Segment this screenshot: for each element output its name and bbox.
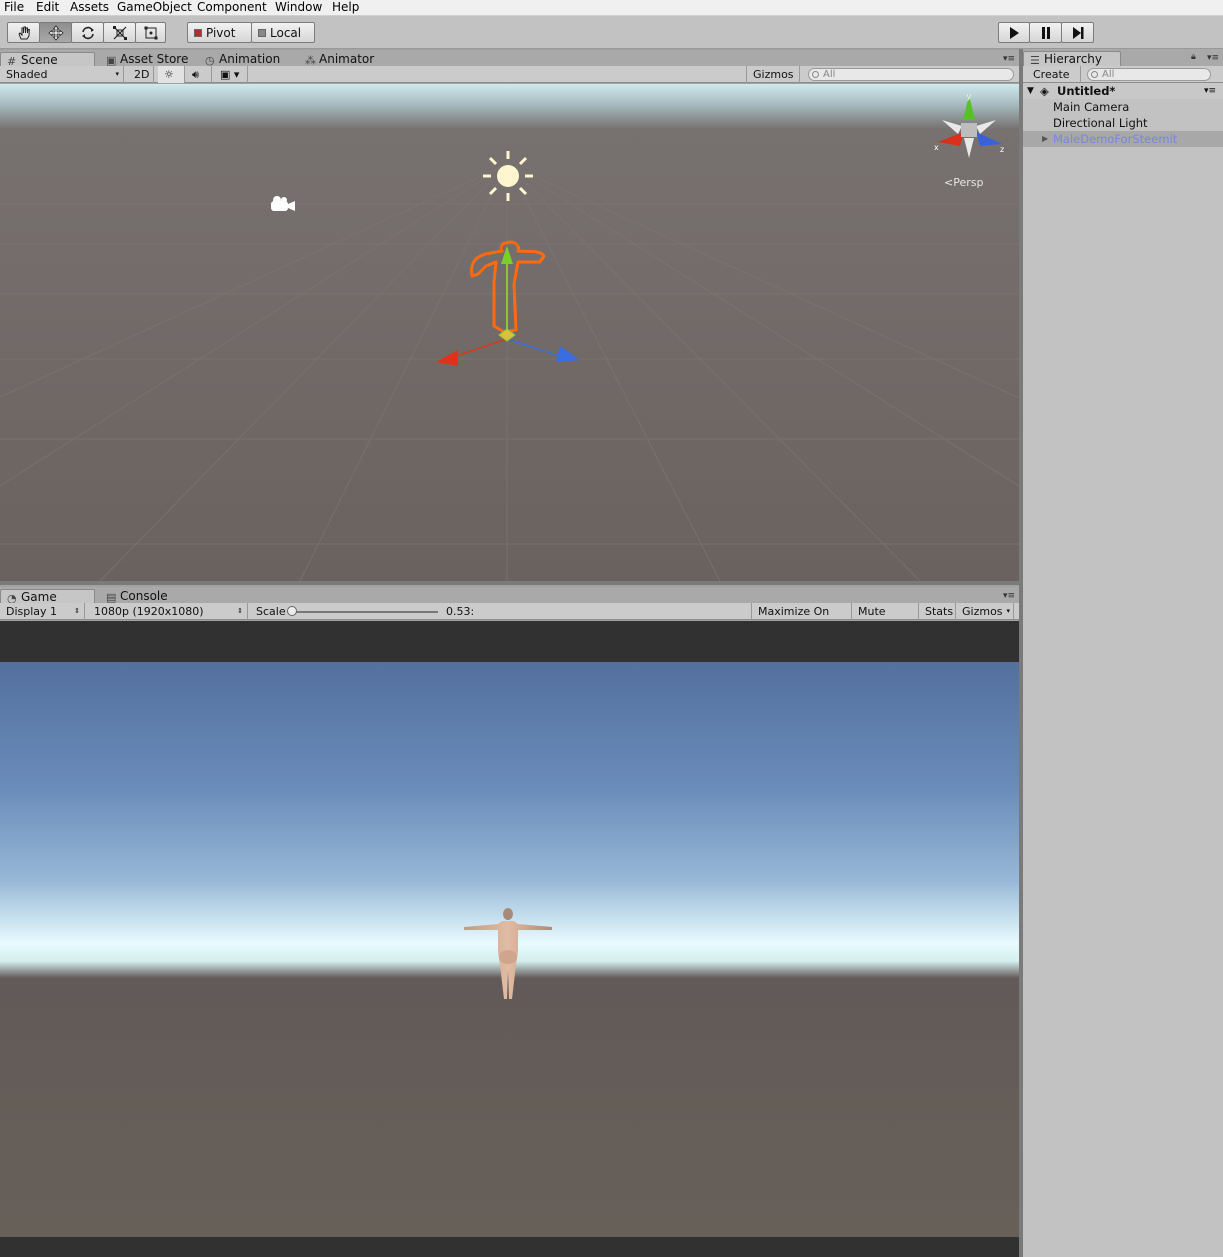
maximize-on-play-toggle[interactable]: Maximize On Play bbox=[751, 603, 852, 635]
scene-root-row[interactable]: ▼ ◈ Untitled* ▾≡ bbox=[1023, 83, 1223, 99]
play-icon bbox=[1010, 26, 1019, 39]
shading-mode-dropdown[interactable]: Shaded ▾ bbox=[0, 66, 124, 83]
stats-toggle[interactable]: Stats bbox=[919, 603, 956, 620]
scene-options-bar: Shaded ▾ 2D ☼ 🔊︎ ▣ ▾ Gizmos ▾ All bbox=[0, 66, 1019, 97]
sun-icon: ☼ bbox=[164, 68, 174, 81]
hierarchy-item-main-camera[interactable]: Main Camera bbox=[1023, 99, 1223, 115]
gizmos-dropdown[interactable]: Gizmos ▾ bbox=[746, 66, 800, 97]
tab-menu-icon[interactable]: ▾≡ bbox=[1207, 53, 1219, 63]
game-options-bar: Display 1 ⇕ 1080p (1920x1080) ⇕ Scale 0.53… bbox=[0, 603, 1019, 635]
resolution-dropdown[interactable]: 1080p (1920x1080) ⇕ bbox=[88, 603, 248, 620]
rect-transform-icon bbox=[144, 26, 157, 39]
expand-right-icon[interactable]: ▶ bbox=[1042, 131, 1048, 147]
selected-character-gizmo[interactable] bbox=[430, 234, 590, 374]
tab-game[interactable]: ◔ Game bbox=[0, 589, 95, 605]
rect-tool-button[interactable] bbox=[135, 22, 166, 43]
audio-toggle[interactable]: 🔊︎ bbox=[186, 66, 212, 83]
hand-icon bbox=[17, 26, 30, 39]
tab-menu-icon[interactable]: ▾≡ bbox=[1003, 54, 1015, 64]
tab-console[interactable]: ▤ Console bbox=[100, 589, 198, 604]
hand-tool-button[interactable] bbox=[7, 22, 40, 43]
dropdown-arrow-icon: ▾ bbox=[115, 70, 119, 78]
expand-down-icon[interactable]: ▼ bbox=[1027, 83, 1034, 99]
local-toggle[interactable]: Local bbox=[251, 22, 315, 43]
scale-label: Scale bbox=[256, 605, 286, 618]
pause-icon bbox=[1041, 26, 1050, 39]
speaker-icon: 🔊︎ bbox=[192, 68, 199, 81]
step-button[interactable] bbox=[1061, 22, 1094, 43]
menu-bar: File Edit Assets GameObject Component Wi… bbox=[0, 0, 1223, 16]
game-render bbox=[0, 662, 1019, 1237]
menu-file[interactable]: File bbox=[4, 0, 24, 15]
scale-value: 0.53: bbox=[446, 605, 475, 618]
axis-label-x: x bbox=[934, 143, 939, 152]
local-cube-icon bbox=[258, 28, 266, 37]
hierarchy-item-directional-light[interactable]: Directional Light bbox=[1023, 115, 1223, 131]
directional-light-icon[interactable] bbox=[480, 149, 536, 205]
tab-menu-icon[interactable]: ▾≡ bbox=[1003, 591, 1015, 601]
scale-tool-button[interactable] bbox=[103, 22, 136, 43]
mute-audio-toggle[interactable]: Mute Audio bbox=[852, 603, 919, 635]
menu-edit[interactable]: Edit bbox=[36, 0, 59, 15]
character-model bbox=[464, 908, 552, 999]
effects-dropdown[interactable]: ▣ ▾ bbox=[214, 66, 248, 83]
scale-slider-track[interactable] bbox=[290, 611, 438, 613]
menu-window[interactable]: Window bbox=[275, 0, 322, 15]
tab-animator[interactable]: ⁂ Animator bbox=[299, 52, 397, 67]
camera-icon[interactable] bbox=[268, 195, 298, 215]
tab-asset-store[interactable]: ▣ Asset Store bbox=[100, 52, 198, 67]
create-dropdown[interactable]: Create ▾ bbox=[1027, 66, 1081, 99]
move-arrows-icon bbox=[47, 24, 64, 41]
tab-hierarchy[interactable]: ☰ Hierarchy bbox=[1023, 51, 1121, 67]
axis-label-z: z bbox=[1000, 145, 1004, 154]
game-tab-bar: ◔ Game ▤ Console ▾≡ bbox=[0, 587, 1019, 605]
main-toolbar: Pivot Local bbox=[0, 16, 1223, 49]
pivot-toggle[interactable]: Pivot bbox=[187, 22, 252, 43]
projection-toggle[interactable]: <Persp bbox=[944, 176, 983, 189]
scene-viewport[interactable]: y x z <Persp bbox=[0, 84, 1019, 581]
scene-tab-bar: # Scene ▣ Asset Store ◷ Animation ⁂ Animator… bbox=[0, 50, 1019, 68]
hierarchy-panel: ☰Hierarchy 🔒︎ ▾≡ Create ▾ All ▼ ◈ Untitl… bbox=[1023, 49, 1223, 1257]
rotate-icon bbox=[81, 26, 94, 39]
play-button[interactable] bbox=[998, 22, 1030, 43]
lock-icon[interactable]: 🔒︎ bbox=[1191, 52, 1196, 62]
scene-menu-icon[interactable]: ▾≡ bbox=[1204, 83, 1216, 99]
chevron-left-icon: < bbox=[944, 176, 954, 189]
game-view[interactable] bbox=[0, 621, 1019, 1257]
menu-help[interactable]: Help bbox=[332, 0, 359, 15]
pivot-icon bbox=[194, 28, 202, 37]
2d-mode-toggle[interactable]: 2D bbox=[128, 66, 154, 83]
hierarchy-item-male-demo[interactable]: ▶ MaleDemoForSteemit bbox=[1023, 131, 1223, 147]
game-gizmos-dropdown[interactable]: Gizmos ▾ bbox=[956, 603, 1014, 620]
step-icon bbox=[1072, 26, 1083, 39]
hierarchy-toolbar: Create ▾ All bbox=[1023, 66, 1223, 99]
hierarchy-tab-bar: ☰ Hierarchy 🔒︎ ▾≡ bbox=[1023, 49, 1223, 67]
scale-icon bbox=[112, 25, 127, 40]
menu-component[interactable]: Component bbox=[197, 0, 267, 15]
hierarchy-search-input[interactable]: All bbox=[1087, 68, 1211, 81]
axis-label-y: y bbox=[967, 92, 972, 101]
tab-scene[interactable]: # Scene bbox=[0, 52, 95, 68]
scene-search-input[interactable]: All bbox=[808, 68, 1014, 81]
pause-button[interactable] bbox=[1029, 22, 1062, 43]
lighting-toggle[interactable]: ☼ bbox=[158, 66, 185, 83]
rotate-tool-button[interactable] bbox=[71, 22, 104, 43]
menu-gameobject[interactable]: GameObject bbox=[117, 0, 192, 15]
display-dropdown[interactable]: Display 1 ⇕ bbox=[0, 603, 85, 620]
image-icon: ▣ ▾ bbox=[220, 68, 240, 81]
tab-animation[interactable]: ◷ Animation bbox=[199, 52, 297, 67]
panel-divider[interactable] bbox=[0, 581, 1019, 585]
scene-orientation-gizmo[interactable]: y x z bbox=[930, 90, 1010, 160]
unity-scene-icon: ◈ bbox=[1040, 84, 1049, 98]
scale-slider-thumb[interactable] bbox=[287, 606, 297, 616]
menu-assets[interactable]: Assets bbox=[70, 0, 109, 15]
move-tool-button[interactable] bbox=[39, 22, 72, 43]
